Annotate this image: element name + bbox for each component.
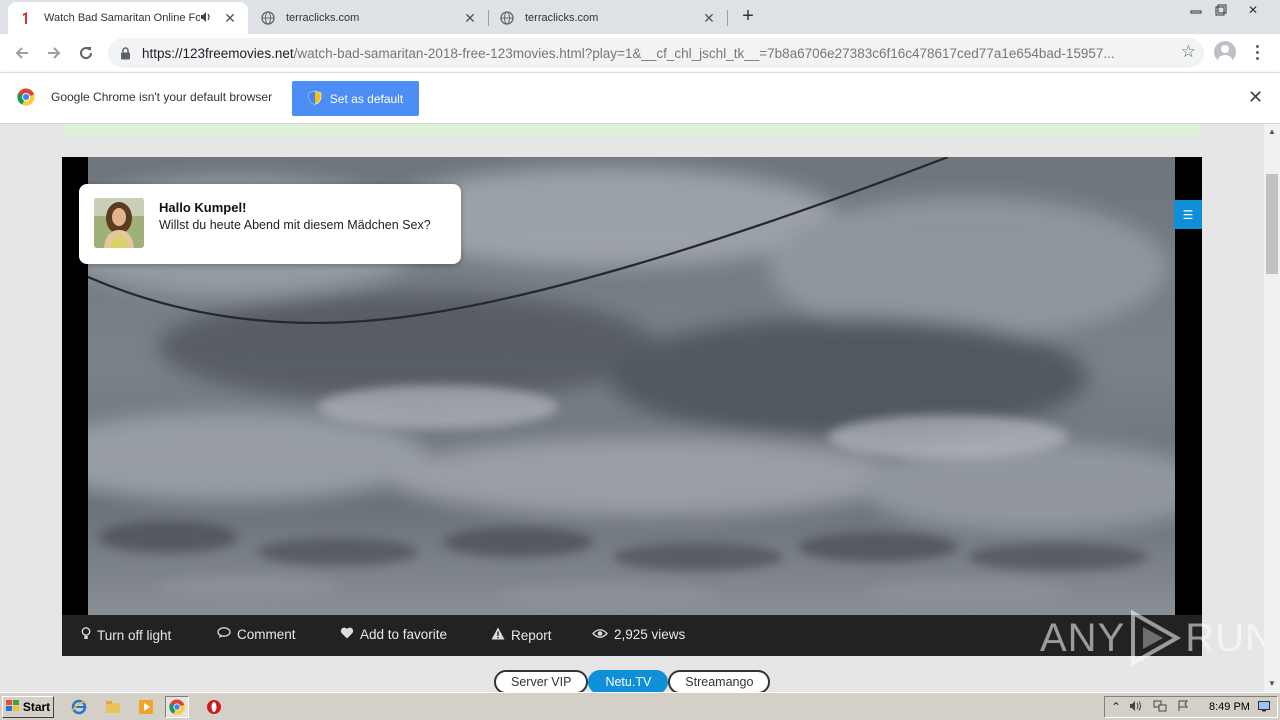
comment-icon: [217, 627, 231, 642]
watermark-right-text: RUN: [1185, 615, 1264, 660]
set-as-default-button[interactable]: Set as default: [292, 81, 419, 116]
player-control-bar: Turn off light Comment Add to favorite R…: [62, 615, 1202, 656]
media-player-icon[interactable]: [137, 698, 155, 716]
tab-active[interactable]: Watch Bad Samaritan Online For ✕: [8, 2, 248, 34]
vertical-scrollbar[interactable]: ▲ ▼: [1264, 124, 1280, 692]
show-desktop-icon[interactable]: [1258, 701, 1270, 715]
speaker-icon[interactable]: [200, 11, 216, 26]
server-vip-button[interactable]: Server VIP: [494, 670, 589, 692]
shield-icon: [308, 90, 322, 108]
report-button[interactable]: Report: [491, 627, 552, 643]
network-icon[interactable]: [1153, 700, 1167, 715]
bookmark-star-icon[interactable]: ☆: [1181, 42, 1196, 62]
alert-banner: [62, 124, 1202, 136]
start-button[interactable]: Start: [2, 696, 54, 718]
chrome-logo-icon: [17, 88, 35, 106]
browser-toolbar: https://123freemovies.net/watch-bad-sama…: [0, 34, 1280, 72]
tab-terraclicks-2[interactable]: terraclicks.com ✕: [489, 2, 727, 34]
minimize-button[interactable]: [1183, 0, 1209, 20]
globe-icon: [499, 10, 515, 26]
report-label: Report: [511, 627, 552, 643]
chrome-taskbar-icon[interactable]: [165, 696, 189, 718]
watermark-left-text: ANY: [1040, 615, 1126, 660]
views-count: 2,925 views: [614, 627, 686, 642]
scroll-up-arrow-icon[interactable]: ▲: [1268, 127, 1276, 136]
views-counter: 2,925 views: [592, 627, 685, 642]
comment-button[interactable]: Comment: [217, 627, 296, 642]
menu-kebab-icon[interactable]: [1251, 40, 1263, 64]
lightbulb-icon: [81, 627, 91, 643]
address-bar[interactable]: https://123freemovies.net/watch-bad-sama…: [108, 38, 1204, 68]
player-menu-icon[interactable]: ☰: [1174, 200, 1202, 229]
server-streamango-button[interactable]: Streamango: [668, 670, 771, 692]
turn-off-light-button[interactable]: Turn off light: [81, 627, 171, 643]
close-tab-icon[interactable]: ✕: [462, 10, 478, 27]
scroll-down-arrow-icon[interactable]: ▼: [1268, 679, 1276, 688]
url-path: /watch-bad-samaritan-2018-free-123movies…: [293, 45, 1115, 61]
push-notification-popup[interactable]: Hallo Kumpel! Willst du heute Abend mit …: [79, 184, 461, 264]
anyrun-watermark: ANY RUN: [1040, 609, 1264, 667]
opera-icon[interactable]: [205, 698, 223, 716]
tab-title: Watch Bad Samaritan Online For: [44, 12, 200, 24]
system-tray: ⌃ 8:49 PM: [1104, 696, 1278, 718]
tab-title: terraclicks.com: [286, 12, 360, 24]
comment-label: Comment: [237, 627, 296, 642]
profile-avatar-icon[interactable]: [1214, 41, 1236, 63]
windows-taskbar: Start ⌃ 8:49 PM: [0, 692, 1280, 720]
url-text[interactable]: https://123freemovies.net/watch-bad-sama…: [142, 46, 1167, 61]
url-host: https://123freemovies.net: [142, 45, 294, 61]
notification-title: Hallo Kumpel!: [159, 200, 247, 215]
play-triangle-icon: [1131, 609, 1182, 667]
file-explorer-icon[interactable]: [104, 698, 122, 716]
action-center-flag-icon[interactable]: [1177, 700, 1189, 715]
server-netu-button[interactable]: Netu.TV: [588, 670, 669, 692]
internet-explorer-icon[interactable]: [70, 698, 88, 716]
set-as-default-label: Set as default: [329, 91, 404, 106]
globe-icon: [260, 10, 276, 26]
forward-arrow-icon[interactable]: [42, 42, 66, 64]
tab-strip: Watch Bad Samaritan Online For ✕ terracl…: [0, 0, 1280, 34]
eye-icon: [592, 627, 608, 642]
turn-off-light-label: Turn off light: [97, 627, 172, 643]
lock-icon[interactable]: [120, 46, 134, 60]
infobar-message: Google Chrome isn't your default browser: [51, 90, 273, 104]
notification-body: Willst du heute Abend mit diesem Mädchen…: [159, 218, 431, 232]
new-tab-button[interactable]: +: [737, 6, 759, 28]
warning-icon: [491, 627, 505, 643]
add-to-favorite-label: Add to favorite: [360, 627, 448, 642]
close-window-button[interactable]: ✕: [1238, 0, 1268, 20]
add-to-favorite-button[interactable]: Add to favorite: [340, 627, 447, 642]
close-tab-icon[interactable]: ✕: [222, 10, 238, 27]
tray-expand-icon[interactable]: ⌃: [1111, 700, 1121, 714]
volume-icon[interactable]: [1129, 700, 1143, 715]
one-icon: [18, 10, 34, 26]
server-selector: Server VIP Netu.TV Streamango: [494, 670, 771, 692]
restore-button[interactable]: [1208, 0, 1234, 20]
scrollbar-thumb[interactable]: [1266, 174, 1278, 274]
windows-logo-icon: [5, 699, 20, 715]
back-arrow-icon[interactable]: [10, 42, 34, 64]
taskbar-clock[interactable]: 8:49 PM: [1209, 701, 1250, 713]
close-tab-icon[interactable]: ✕: [701, 10, 717, 27]
notification-avatar: [94, 198, 144, 248]
default-browser-infobar: Google Chrome isn't your default browser…: [0, 72, 1280, 124]
reload-icon[interactable]: [74, 42, 98, 64]
close-infobar-icon[interactable]: ✕: [1248, 87, 1263, 108]
heart-icon: [340, 627, 354, 642]
start-label: Start: [22, 700, 51, 714]
tab-terraclicks-1[interactable]: terraclicks.com ✕: [250, 2, 488, 34]
tab-title: terraclicks.com: [525, 12, 599, 24]
tab-divider: [727, 10, 728, 26]
